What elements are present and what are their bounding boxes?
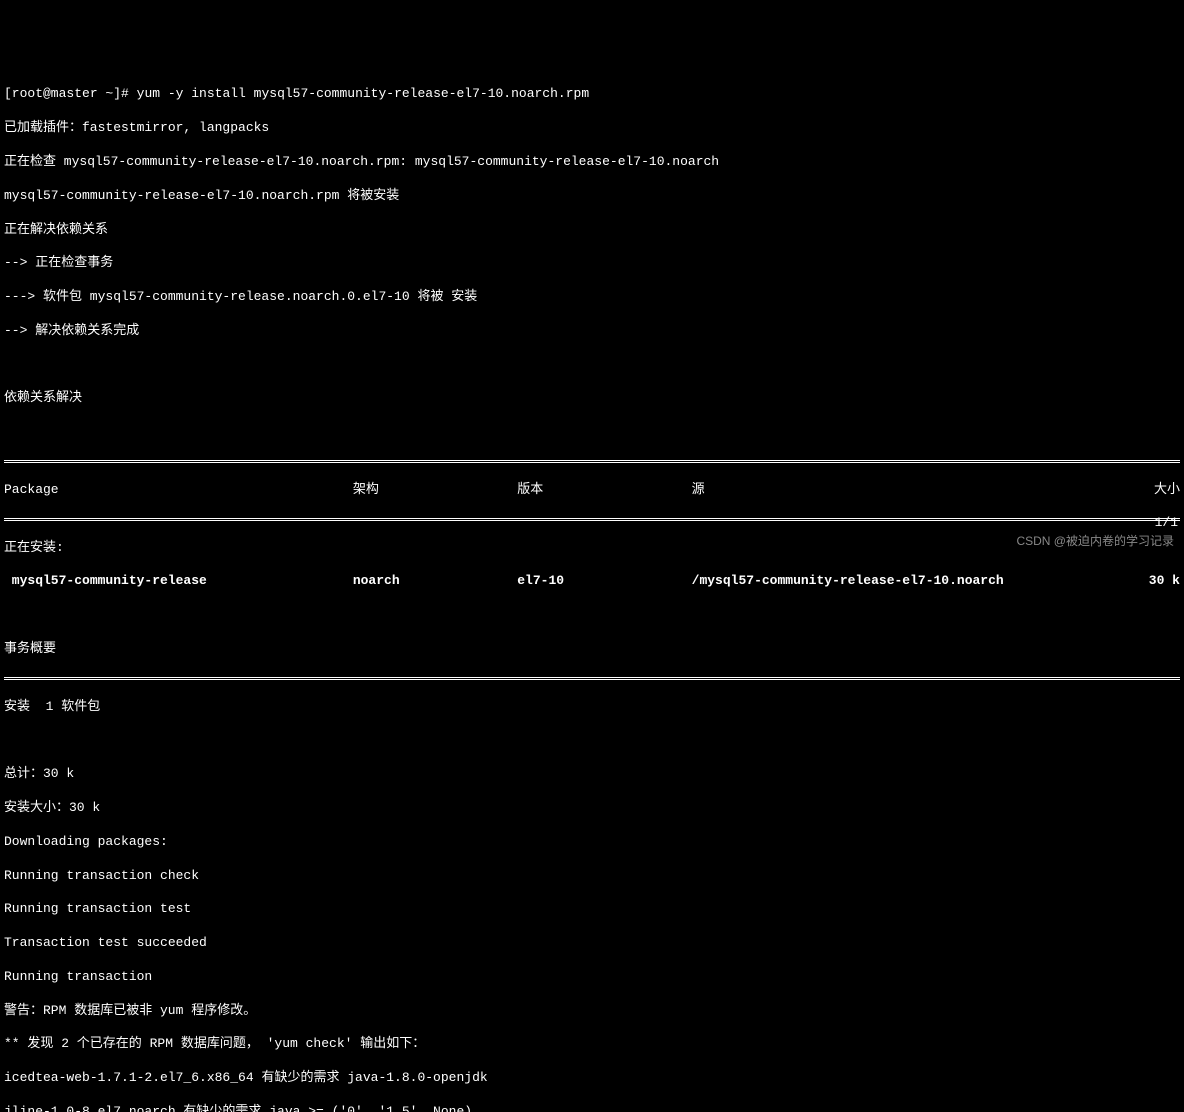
output-line: Running transaction test <box>4 901 1180 918</box>
blank-line <box>4 732 1180 749</box>
output-line: --> 正在检查事务 <box>4 255 1180 272</box>
output-line: 警告：RPM 数据库已被非 yum 程序修改。 <box>4 1003 1180 1020</box>
installing-label: 正在安装: <box>4 540 1180 557</box>
divider <box>4 518 1180 521</box>
header-size: 大小 <box>1140 482 1180 499</box>
command-text: yum -y install mysql57-community-release… <box>137 86 589 101</box>
output-line: Running transaction check <box>4 868 1180 885</box>
output-line: 总计：30 k <box>4 766 1180 783</box>
pkg-arch: noarch <box>353 573 517 590</box>
output-line: mysql57-community-release-el7-10.noarch.… <box>4 188 1180 205</box>
divider <box>4 677 1180 680</box>
pkg-size: 30 k <box>1140 573 1180 590</box>
output-line: 正在检查 mysql57-community-release-el7-10.no… <box>4 154 1180 171</box>
output-line: icedtea-web-1.7.1-2.el7_6.x86_64 有缺少的需求 … <box>4 1070 1180 1087</box>
output-line: --> 解决依赖关系完成 <box>4 323 1180 340</box>
divider <box>4 460 1180 463</box>
pkg-version: el7-10 <box>517 573 691 590</box>
output-line: Transaction test succeeded <box>4 935 1180 952</box>
output-line: jline-1.0-8.el7.noarch 有缺少的需求 java >= ('… <box>4 1104 1180 1112</box>
header-version: 版本 <box>517 482 691 499</box>
pkg-repo: /mysql57-community-release-el7-10.noarch <box>692 573 1140 590</box>
output-line: 安装大小：30 k <box>4 800 1180 817</box>
summary-label: 事务概要 <box>4 641 1180 658</box>
table-header-row: Package 架构 版本 源 大小 <box>4 482 1180 499</box>
table-row: mysql57-community-release noarch el7-10 … <box>4 573 1180 590</box>
pkg-name: mysql57-community-release <box>4 573 353 590</box>
header-package: Package <box>4 482 353 499</box>
command-prompt-line: [root@master ~]# yum -y install mysql57-… <box>4 86 1180 103</box>
blank-line <box>4 424 1180 441</box>
page-count: 1/1 <box>1155 515 1178 532</box>
blank-line <box>4 607 1180 624</box>
terminal-output[interactable]: [root@master ~]# yum -y install mysql57-… <box>0 68 1184 1112</box>
install-count: 安装 1 软件包 <box>4 699 1180 716</box>
output-line: 依赖关系解决 <box>4 390 1180 407</box>
output-line: 已加载插件：fastestmirror, langpacks <box>4 120 1180 137</box>
output-line: 正在解决依赖关系 <box>4 222 1180 239</box>
blank-line <box>4 357 1180 374</box>
output-line: Downloading packages: <box>4 834 1180 851</box>
output-line: Running transaction <box>4 969 1180 986</box>
output-line: ---> 软件包 mysql57-community-release.noarc… <box>4 289 1180 306</box>
header-arch: 架构 <box>353 482 517 499</box>
prompt: [root@master ~]# <box>4 86 129 101</box>
watermark: CSDN @被迫内卷的学习记录 <box>1016 534 1174 550</box>
header-repo: 源 <box>692 482 1140 499</box>
output-line: ** 发现 2 个已存在的 RPM 数据库问题， 'yum check' 输出如… <box>4 1036 1180 1053</box>
